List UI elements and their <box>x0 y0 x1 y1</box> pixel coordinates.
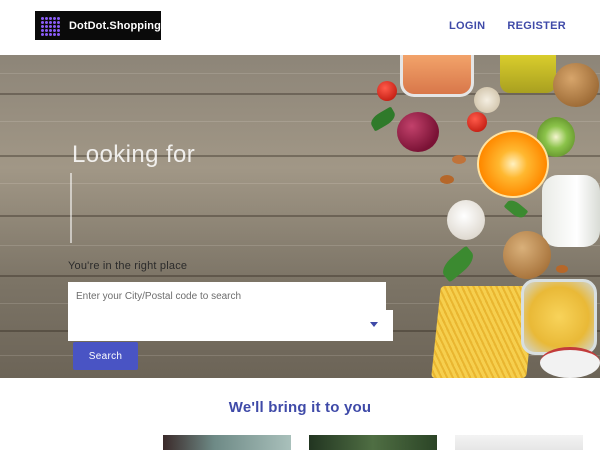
location-search-input[interactable] <box>68 282 386 310</box>
potato-image <box>503 231 551 279</box>
feature-card-image <box>455 435 583 450</box>
typing-cursor <box>70 173 72 243</box>
location-select-dropdown[interactable] <box>68 310 393 341</box>
red-onion-image <box>397 112 439 152</box>
top-nav: LOGIN REGISTER <box>449 20 566 32</box>
brand-logo[interactable]: DotDot.Shopping <box>35 11 161 40</box>
search-button[interactable]: Search <box>73 342 138 370</box>
wood-plank-seam <box>0 275 600 277</box>
tomato-image <box>467 112 487 132</box>
wood-plank-seam <box>0 93 600 95</box>
wood-grain <box>0 121 600 122</box>
potato-image <box>553 63 599 107</box>
feature-card-image <box>163 435 291 450</box>
dot-grid-logo-icon <box>39 15 61 37</box>
basil-leaf-image <box>503 197 529 221</box>
kitchen-cloth-image <box>540 347 600 378</box>
oil-bottle-image <box>500 55 556 93</box>
orange-slice-image <box>477 130 549 198</box>
spice-bowl-image <box>400 55 474 97</box>
garlic-image <box>447 200 485 240</box>
tomato-image <box>377 81 397 101</box>
almond-image <box>440 175 454 184</box>
wood-plank-seam <box>0 215 600 217</box>
caret-down-icon <box>370 322 378 327</box>
hero-subtext: You're in the right place <box>68 260 188 272</box>
register-link[interactable]: REGISTER <box>507 20 566 32</box>
almond-image <box>556 265 568 273</box>
site-header: DotDot.Shopping LOGIN REGISTER <box>0 0 600 55</box>
farfalle-jar-image <box>521 279 597 355</box>
brand-name: DotDot.Shopping <box>69 19 161 32</box>
milk-bottle-image <box>542 175 600 247</box>
login-link[interactable]: LOGIN <box>449 20 485 32</box>
section-title: We'll bring it to you <box>228 399 372 416</box>
almond-image <box>452 155 466 164</box>
basil-leaf-image <box>368 106 398 132</box>
feature-card-image <box>309 435 437 450</box>
hero-heading: Looking for <box>72 141 196 168</box>
mushroom-image <box>474 87 500 113</box>
hero-banner: Looking for You're in the right place Se… <box>0 55 600 378</box>
